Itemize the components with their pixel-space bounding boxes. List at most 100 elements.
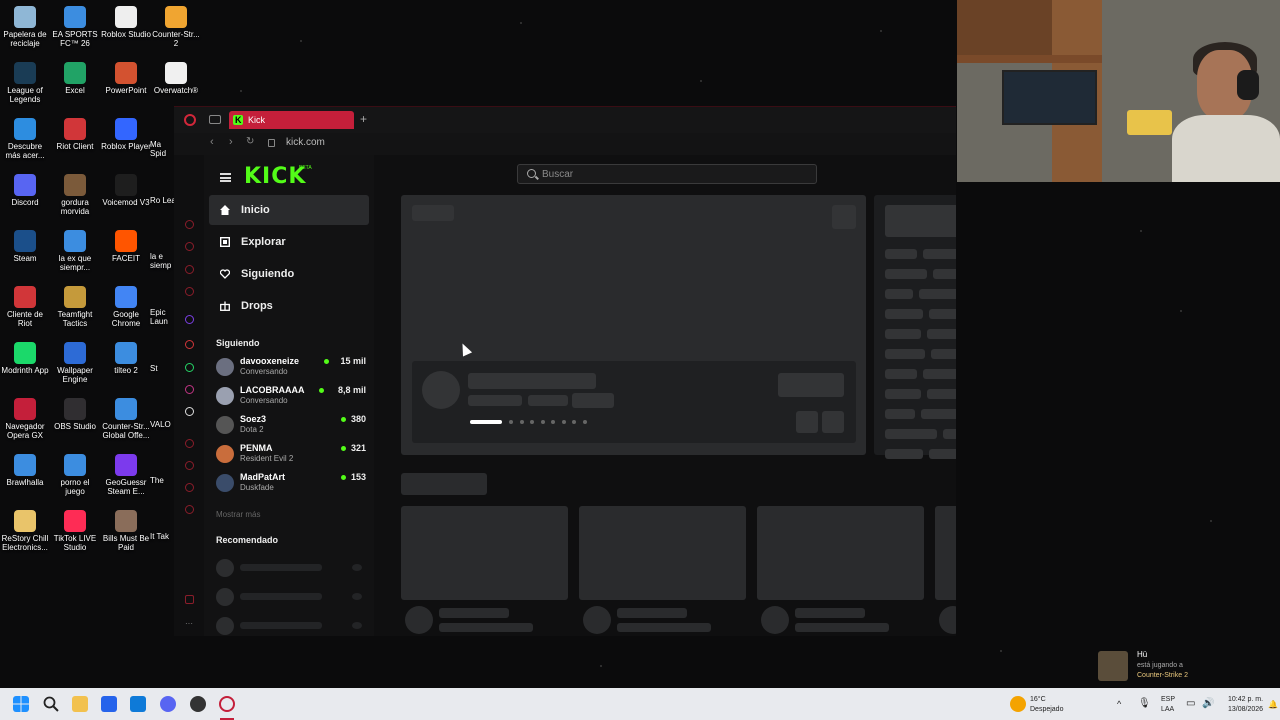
- sidebar-instagram-icon[interactable]: [185, 385, 194, 394]
- sidebar-more-icon[interactable]: ···: [185, 620, 194, 630]
- back-icon[interactable]: ‹: [210, 136, 214, 148]
- following-channel[interactable]: davooxeneize Conversando 15 mil: [216, 355, 366, 383]
- desktop-shortcut-partial[interactable]: St: [150, 364, 176, 373]
- desktop-shortcut[interactable]: FACEIT: [101, 230, 151, 263]
- tab-islands-icon[interactable]: [209, 115, 221, 124]
- desktop-shortcut[interactable]: OBS Studio: [50, 398, 100, 431]
- network-icon[interactable]: ▭: [1186, 698, 1195, 709]
- desktop-shortcut-partial[interactable]: Ma Spid: [150, 140, 176, 158]
- desktop-shortcut[interactable]: TikTok LIVE Studio: [50, 510, 100, 552]
- opera-gx-icon[interactable]: [219, 696, 235, 712]
- carousel-dot[interactable]: [582, 420, 587, 424]
- nav-drops[interactable]: Drops: [209, 291, 369, 321]
- sidebar-player-icon[interactable]: [185, 439, 194, 448]
- desktop-shortcut[interactable]: Counter-Str... 2: [151, 6, 201, 48]
- weather-temp[interactable]: 16°C: [1030, 696, 1046, 703]
- sidebar-twitch-icon[interactable]: [185, 315, 194, 324]
- following-channel[interactable]: Soez3 Dota 2 380: [216, 413, 366, 441]
- following-channel[interactable]: LACOBRAAAA Conversando 8,8 mil: [216, 384, 366, 412]
- carousel-dot[interactable]: [519, 420, 524, 424]
- sidebar-gx-icon[interactable]: [185, 287, 194, 296]
- file-explorer-icon[interactable]: [72, 696, 88, 712]
- desktop-shortcut[interactable]: Navegador Opera GX: [0, 398, 50, 440]
- desktop-shortcut[interactable]: Descubre más acer...: [0, 118, 50, 160]
- desktop-shortcut[interactable]: Brawlhalla: [0, 454, 50, 487]
- notifications-icon[interactable]: 🔔: [1268, 700, 1278, 709]
- desktop-shortcut[interactable]: Cliente de Riot: [0, 286, 50, 328]
- sidebar-settings-icon[interactable]: [185, 505, 194, 514]
- desktop-shortcut[interactable]: Steam: [0, 230, 50, 263]
- game-notification[interactable]: Hü está jugando a Counter-Strike 2: [1096, 648, 1276, 684]
- sidebar-discord-icon[interactable]: [185, 340, 194, 349]
- steam-icon[interactable]: [190, 696, 206, 712]
- carousel-dot[interactable]: [551, 420, 555, 424]
- desktop-shortcut[interactable]: Wallpaper Engine: [50, 342, 100, 384]
- clock-date[interactable]: 13/08/2026: [1228, 706, 1263, 713]
- nav-siguiendo[interactable]: Siguiendo: [209, 259, 369, 289]
- hamburger-menu-icon[interactable]: [220, 173, 231, 182]
- following-channel[interactable]: PENMA Resident Evil 2 321: [216, 442, 366, 470]
- reload-icon[interactable]: ↻: [246, 136, 254, 147]
- desktop-shortcut[interactable]: Voicemod V3: [101, 174, 151, 207]
- desktop-shortcut[interactable]: PowerPoint: [101, 62, 151, 95]
- desktop-shortcut[interactable]: Google Chrome: [101, 286, 151, 328]
- carousel-dot[interactable]: [540, 420, 545, 424]
- desktop-shortcut[interactable]: ReStory Chill Electronics...: [0, 510, 50, 552]
- carousel-dot[interactable]: [561, 420, 566, 424]
- nav-explorar[interactable]: Explorar: [209, 227, 369, 257]
- nav-inicio[interactable]: Inicio: [209, 195, 369, 225]
- desktop-shortcut[interactable]: la ex que siempr...: [50, 230, 100, 272]
- sidebar-messenger-icon[interactable]: [185, 220, 194, 229]
- clock-time[interactable]: 10:42 p. m.: [1228, 696, 1263, 703]
- desktop-shortcut[interactable]: Teamfight Tactics: [50, 286, 100, 328]
- desktop-shortcut-partial[interactable]: The: [150, 476, 176, 485]
- desktop-shortcut[interactable]: Bills Must Be Paid: [101, 510, 151, 552]
- desktop-shortcut[interactable]: Roblox Studio: [101, 6, 151, 39]
- sidebar-news-icon[interactable]: [185, 265, 194, 274]
- search-icon[interactable]: [43, 696, 59, 712]
- language-code[interactable]: ESP: [1161, 696, 1175, 703]
- desktop-shortcut[interactable]: Discord: [0, 174, 50, 207]
- volume-icon[interactable]: 🔊: [1202, 698, 1214, 709]
- new-tab-button[interactable]: +: [360, 112, 367, 126]
- desktop-shortcut[interactable]: League of Legends: [0, 62, 50, 104]
- desktop-shortcut[interactable]: Overwatch®: [151, 62, 201, 95]
- keyboard-layout[interactable]: LAA: [1161, 706, 1174, 713]
- kick-logo[interactable]: KICK: [244, 164, 306, 189]
- sidebar-history-icon[interactable]: [185, 461, 194, 470]
- desktop-shortcut[interactable]: porno el juego: [50, 454, 100, 496]
- opera-menu-icon[interactable]: [184, 114, 196, 126]
- desktop-shortcut-partial[interactable]: It Tak: [150, 532, 176, 541]
- sidebar-gx-corner-icon[interactable]: [185, 595, 194, 604]
- sidebar-whatsapp-icon[interactable]: [185, 363, 194, 372]
- show-more-link[interactable]: Mostrar más: [216, 510, 260, 519]
- carousel-indicator-active[interactable]: [470, 420, 502, 424]
- search-input[interactable]: Buscar: [517, 164, 817, 184]
- carousel-dot[interactable]: [509, 420, 513, 424]
- desktop-shortcut[interactable]: Riot Client: [50, 118, 100, 151]
- desktop-shortcut[interactable]: Papelera de reciclaje: [0, 6, 50, 48]
- weather-desc[interactable]: Despejado: [1030, 706, 1063, 713]
- desktop-shortcut[interactable]: tilteo 2: [101, 342, 151, 375]
- desktop-shortcut-partial[interactable]: Ro Lea: [150, 196, 176, 205]
- discord-icon[interactable]: [160, 696, 176, 712]
- desktop-shortcut[interactable]: Counter-Str... Global Offe...: [101, 398, 151, 440]
- microphone-icon[interactable]: 🎙: [1138, 698, 1151, 709]
- desktop-shortcut[interactable]: Modrinth App: [0, 342, 50, 375]
- carousel-dot[interactable]: [572, 420, 576, 424]
- weather-moon-icon[interactable]: [1010, 696, 1026, 712]
- sidebar-tiktok-icon[interactable]: [185, 407, 194, 416]
- sidebar-shop-icon[interactable]: [185, 242, 194, 251]
- forward-icon[interactable]: ›: [229, 136, 233, 148]
- sidebar-extensions-icon[interactable]: [185, 483, 194, 492]
- windows-start-icon[interactable]: [13, 696, 29, 712]
- outlook-icon[interactable]: [130, 696, 146, 712]
- desktop-shortcut-partial[interactable]: Epic Laun: [150, 308, 176, 326]
- desktop-shortcut-partial[interactable]: la e siemp: [150, 252, 176, 270]
- store-icon[interactable]: [101, 696, 117, 712]
- tray-chevron-icon[interactable]: ^: [1117, 699, 1121, 709]
- carousel-dot[interactable]: [530, 420, 534, 424]
- desktop-shortcut-partial[interactable]: VALO: [150, 420, 176, 429]
- url-text[interactable]: kick.com: [286, 137, 325, 148]
- desktop-shortcut[interactable]: Roblox Player: [101, 118, 151, 151]
